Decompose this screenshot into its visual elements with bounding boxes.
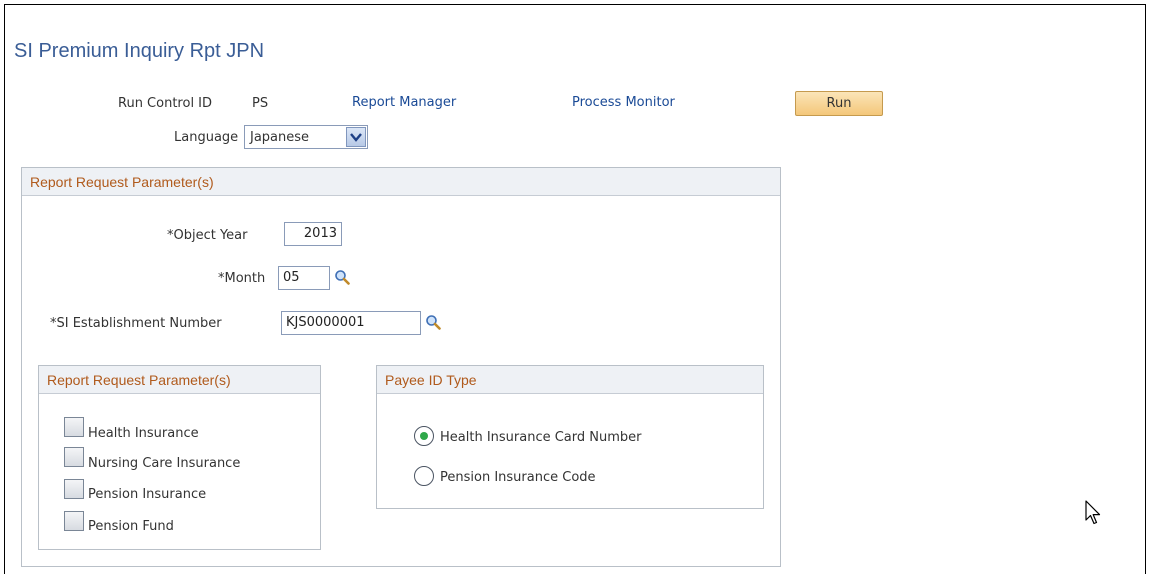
object-year-label: *Object Year <box>167 228 248 243</box>
language-label: Language <box>174 130 239 145</box>
report-request-parameters-header: Report Request Parameter(s) <box>22 168 780 196</box>
pension-insurance-label: Pension Insurance <box>88 487 207 502</box>
health-insurance-card-number-radio[interactable] <box>414 426 434 446</box>
mouse-pointer-icon <box>1085 500 1101 530</box>
run-control-id-label: Run Control ID <box>118 96 213 111</box>
month-input[interactable]: 05 <box>278 266 330 290</box>
language-select[interactable]: Japanese <box>244 125 368 149</box>
radio-selected-dot <box>420 432 428 440</box>
language-select-value: Japanese <box>250 129 310 145</box>
health-insurance-card-number-label: Health Insurance Card Number <box>440 430 642 445</box>
month-label: *Month <box>218 271 266 286</box>
establishment-lookup-icon[interactable] <box>425 314 441 334</box>
pension-insurance-code-label: Pension Insurance Code <box>440 470 596 485</box>
si-establishment-number-label: *SI Establishment Number <box>50 316 222 331</box>
page-title: SI Premium Inquiry Rpt JPN <box>14 40 265 62</box>
process-monitor-link[interactable]: Process Monitor <box>572 95 675 110</box>
payee-id-type-header: Payee ID Type <box>377 366 763 394</box>
nursing-care-insurance-checkbox[interactable] <box>64 447 84 467</box>
object-year-input[interactable]: 2013 <box>284 222 342 246</box>
health-insurance-label: Health Insurance <box>88 426 199 441</box>
pension-insurance-code-radio[interactable] <box>414 466 434 486</box>
si-establishment-number-input[interactable]: KJS0000001 <box>281 311 421 335</box>
report-manager-link[interactable]: Report Manager <box>352 95 456 110</box>
chevron-down-icon[interactable] <box>346 127 366 147</box>
insurance-parameters-header: Report Request Parameter(s) <box>39 366 320 394</box>
pension-insurance-checkbox[interactable] <box>64 479 84 499</box>
health-insurance-checkbox[interactable] <box>64 417 84 437</box>
pension-fund-checkbox[interactable] <box>64 511 84 531</box>
nursing-care-insurance-label: Nursing Care Insurance <box>88 456 241 471</box>
month-lookup-icon[interactable] <box>334 269 350 289</box>
run-control-id-value: PS <box>252 96 269 111</box>
pension-fund-label: Pension Fund <box>88 519 174 534</box>
run-button[interactable]: Run <box>795 91 883 116</box>
